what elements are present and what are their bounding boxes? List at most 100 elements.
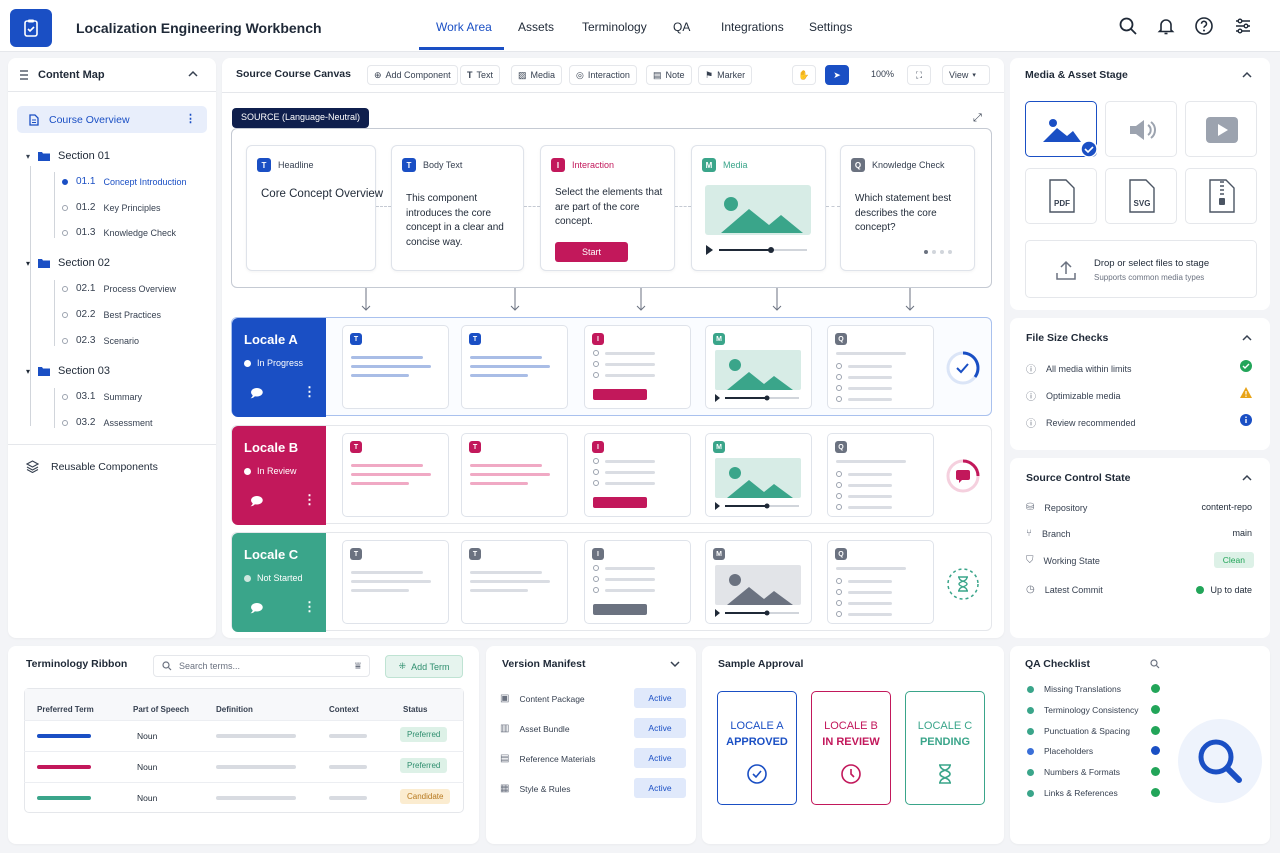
term-search-input[interactable]: Search terms... ⩸ bbox=[153, 655, 370, 677]
asset-pdf-thumb[interactable]: PDF bbox=[1025, 168, 1097, 224]
sidebar-item-course-overview[interactable]: Course Overview ⋮ bbox=[17, 106, 207, 133]
marker-button[interactable]: ⚑ Marker bbox=[698, 65, 753, 85]
source-card-media[interactable]: M Media bbox=[691, 145, 826, 271]
locale-component-card[interactable]: M bbox=[705, 540, 812, 624]
tab-integrations[interactable]: Integrations bbox=[721, 20, 784, 34]
comment-icon[interactable]: 🗩 bbox=[250, 492, 263, 513]
tab-terminology[interactable]: Terminology bbox=[582, 20, 647, 34]
locale-component-card[interactable]: I bbox=[584, 433, 691, 517]
chevron-up-icon[interactable] bbox=[188, 70, 198, 78]
sidebar-section-03[interactable]: ▾ Section 03 bbox=[26, 365, 110, 377]
source-card-knowledge-check[interactable]: Q Knowledge Check Which statement best de… bbox=[840, 145, 975, 271]
bell-icon[interactable] bbox=[1156, 16, 1176, 36]
pan-tool-button[interactable]: ✋ bbox=[792, 65, 816, 85]
locale-component-card[interactable]: I bbox=[584, 540, 691, 624]
zoom-level[interactable]: 100% bbox=[871, 69, 894, 79]
sidebar-item-reusable-components[interactable]: Reusable Components bbox=[26, 460, 158, 473]
fullscreen-button[interactable]: ⛶ bbox=[907, 65, 931, 85]
source-card-body-text[interactable]: T Body Text This component introduces the… bbox=[391, 145, 524, 271]
add-component-button[interactable]: ⊕ Add Component bbox=[367, 65, 458, 85]
sidebar-item-01-2[interactable]: 01.2 Key Principles bbox=[62, 202, 161, 213]
sidebar-item-02-2[interactable]: 02.2 Best Practices bbox=[62, 309, 161, 320]
view-dropdown[interactable]: View ▾ bbox=[942, 65, 990, 85]
sidebar-section-01[interactable]: ▾ Section 01 bbox=[26, 150, 110, 162]
more-vertical-icon[interactable]: ⋮ bbox=[303, 599, 316, 615]
sidebar-item-01-3[interactable]: 01.3 Knowledge Check bbox=[62, 227, 176, 238]
tab-settings[interactable]: Settings bbox=[809, 20, 852, 34]
qa-item[interactable]: Numbers & Formats bbox=[1027, 767, 1120, 777]
locale-component-card[interactable]: T bbox=[342, 540, 449, 624]
more-vertical-icon[interactable]: ⋮ bbox=[303, 384, 316, 400]
note-button[interactable]: ▤ Note bbox=[646, 65, 692, 85]
sidebar-item-01-1[interactable]: 01.1 Concept Introduction bbox=[62, 176, 187, 187]
text-button[interactable]: T Text bbox=[460, 65, 501, 85]
chevron-down-icon[interactable] bbox=[670, 660, 680, 668]
branch-icon: ⑂ bbox=[1026, 528, 1032, 539]
locale-component-card[interactable]: I bbox=[584, 325, 691, 409]
filter-sliders-icon[interactable] bbox=[1233, 16, 1253, 36]
manifest-row[interactable]: ▣ Content Package bbox=[500, 693, 585, 704]
locale-component-card[interactable]: T bbox=[461, 433, 568, 517]
add-term-button[interactable]: ⁜ Add Term bbox=[385, 655, 463, 678]
qa-item[interactable]: Punctuation & Spacing bbox=[1027, 726, 1130, 736]
asset-zip-thumb[interactable] bbox=[1185, 168, 1257, 224]
sidebar-item-03-1[interactable]: 03.1 Summary bbox=[62, 391, 142, 402]
chevron-up-icon[interactable] bbox=[1242, 334, 1252, 342]
help-icon[interactable] bbox=[1194, 16, 1214, 36]
qa-item[interactable]: Missing Translations bbox=[1027, 684, 1121, 694]
chevron-up-icon[interactable] bbox=[1242, 474, 1252, 482]
sidebar-item-02-1[interactable]: 02.1 Process Overview bbox=[62, 283, 176, 294]
source-card-headline[interactable]: T Headline Core Concept Overview bbox=[246, 145, 383, 271]
chevron-down-icon: ▾ bbox=[972, 72, 976, 79]
sidebar-section-02[interactable]: ▾ Section 02 bbox=[26, 257, 110, 269]
file-drop-zone[interactable]: Drop or select files to stage Supports c… bbox=[1025, 240, 1257, 298]
asset-image-thumb[interactable] bbox=[1025, 101, 1098, 158]
locale-component-card[interactable]: M bbox=[705, 325, 812, 409]
asset-svg-thumb[interactable]: SVG bbox=[1105, 168, 1177, 224]
select-tool-button[interactable]: ➤ bbox=[825, 65, 849, 85]
locale-component-card[interactable]: T bbox=[461, 325, 568, 409]
expand-icon[interactable]: ⤢ bbox=[973, 112, 982, 125]
asset-video-thumb[interactable] bbox=[1185, 101, 1257, 157]
locale-component-card[interactable]: T bbox=[342, 325, 449, 409]
qa-item[interactable]: Placeholders bbox=[1027, 746, 1093, 756]
audio-player-icon[interactable] bbox=[705, 244, 809, 256]
sidebar-item-03-2[interactable]: 03.2 Assessment bbox=[62, 417, 153, 428]
locale-component-card[interactable]: Q bbox=[827, 325, 934, 409]
manifest-row[interactable]: ▥ Asset Bundle bbox=[500, 723, 570, 734]
source-card-interaction[interactable]: I Interaction Select the elements that ar… bbox=[540, 145, 675, 271]
table-row[interactable]: Noun Preferred bbox=[24, 751, 464, 781]
tab-work-area[interactable]: Work Area bbox=[436, 20, 492, 34]
search-icon[interactable] bbox=[1118, 16, 1138, 36]
media-button[interactable]: ▨ Media bbox=[511, 65, 563, 85]
asset-audio-thumb[interactable] bbox=[1105, 101, 1177, 157]
comment-icon[interactable]: 🗩 bbox=[250, 384, 263, 405]
table-row[interactable]: Noun Preferred bbox=[24, 720, 464, 750]
locale-component-card[interactable]: M bbox=[705, 433, 812, 517]
more-vertical-icon[interactable]: ⋮ bbox=[303, 492, 316, 508]
start-button[interactable]: Start bbox=[555, 242, 628, 262]
approval-card-locale-a[interactable]: LOCALE A APPROVED bbox=[717, 691, 797, 805]
pager-dots[interactable] bbox=[924, 250, 952, 254]
approval-card-locale-c[interactable]: LOCALE C PENDING bbox=[905, 691, 985, 805]
locale-component-card[interactable]: Q bbox=[827, 433, 934, 517]
qa-item[interactable]: Links & References bbox=[1027, 788, 1118, 798]
tab-qa[interactable]: QA bbox=[673, 20, 690, 34]
table-row[interactable]: Noun Candidate bbox=[24, 782, 464, 812]
qa-item[interactable]: Terminology Consistency bbox=[1027, 705, 1138, 715]
status-dot bbox=[1027, 727, 1034, 735]
sidebar-item-02-3[interactable]: 02.3 Scenario bbox=[62, 335, 139, 346]
locale-component-card[interactable]: T bbox=[461, 540, 568, 624]
locale-component-card[interactable]: Q bbox=[827, 540, 934, 624]
comment-icon[interactable]: 🗩 bbox=[250, 599, 263, 620]
manifest-row[interactable]: ▤ Reference Materials bbox=[500, 753, 596, 764]
interaction-button[interactable]: ◎ Interaction bbox=[569, 65, 637, 85]
manifest-row[interactable]: ▦ Style & Rules bbox=[500, 783, 570, 794]
approval-card-locale-b[interactable]: LOCALE B IN REVIEW bbox=[811, 691, 891, 805]
locale-component-card[interactable]: T bbox=[342, 433, 449, 517]
search-icon[interactable] bbox=[1150, 659, 1160, 669]
app-logo[interactable] bbox=[10, 9, 52, 47]
tab-assets[interactable]: Assets bbox=[518, 20, 554, 34]
chevron-up-icon[interactable] bbox=[1242, 71, 1252, 79]
more-vertical-icon[interactable]: ⋮ bbox=[185, 112, 196, 125]
